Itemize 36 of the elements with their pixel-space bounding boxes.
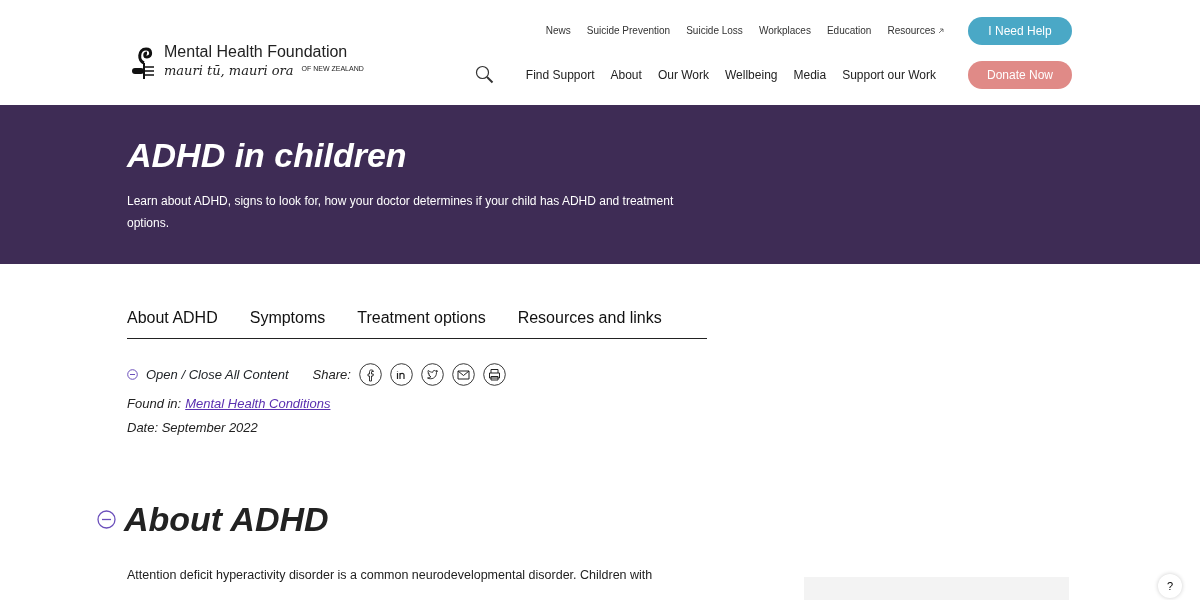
linkedin-icon[interactable] [389,363,413,386]
section-tab[interactable]: Symptoms [249,306,326,338]
collapse-icon[interactable] [97,509,116,529]
section-tab[interactable]: About ADHD [127,306,218,338]
main-nav-link[interactable]: About [610,65,642,84]
logo-tagline[interactable]: mauri tū, mauri ora [164,64,294,77]
logo-name[interactable]: Mental Health Foundation [164,44,364,60]
publish-date: Date: September 2022 [127,418,259,437]
main-nav-link[interactable]: Wellbeing [725,65,778,84]
section-tab[interactable]: Resources and links [517,306,662,338]
top-nav-link[interactable]: Suicide Loss [686,23,743,38]
search-icon[interactable] [474,65,494,84]
print-icon[interactable] [482,363,506,386]
main-nav-link[interactable]: Find Support [525,65,595,84]
main-nav-link[interactable]: Media [793,65,827,84]
email-icon[interactable] [451,363,475,386]
body-text: Attention deficit hyperactivity disorder is a common neurodevelopmental disorder. Children with [127,566,654,584]
main-nav-link[interactable]: Support our Work [842,65,936,84]
share-label: Share: [312,365,351,384]
top-nav-link[interactable]: News [545,23,571,38]
top-nav-link[interactable]: Education [826,23,872,38]
top-nav-link[interactable]: Suicide Prevention [586,23,671,38]
top-nav-link[interactable]: Resources [887,23,944,38]
help-button[interactable]: ? [1158,574,1182,598]
top-nav-link[interactable]: Workplaces [758,23,811,38]
toggle-all-button[interactable]: Open / Close All Content [127,364,289,385]
found-in-label: Found in: [127,395,182,413]
category-link[interactable]: Mental Health Conditions [185,394,331,414]
main-nav-link[interactable]: Our Work [657,65,709,84]
facebook-icon[interactable] [358,363,382,386]
page-title: ADHD in children [127,135,408,176]
section-tab[interactable]: Treatment options [357,306,486,338]
twitter-icon[interactable] [420,363,444,386]
section-heading: About ADHD [124,499,329,540]
collapse-icon [127,369,138,380]
page-subtitle: Learn about ADHD, signs to look for, how your doctor determines if your child has ADHD and treatment options. [127,192,675,232]
